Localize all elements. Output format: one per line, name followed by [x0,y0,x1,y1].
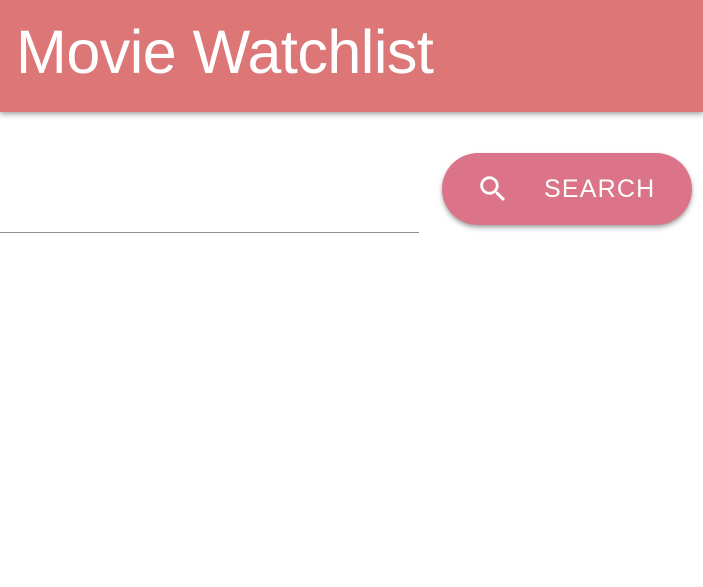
app-title: Movie Watchlist [16,18,434,86]
search-button-label: SEARCH [544,174,656,203]
search-icon [480,176,506,202]
app-bar: Movie Watchlist [0,0,703,112]
search-button[interactable]: SEARCH [442,153,692,225]
search-input[interactable] [0,165,419,233]
